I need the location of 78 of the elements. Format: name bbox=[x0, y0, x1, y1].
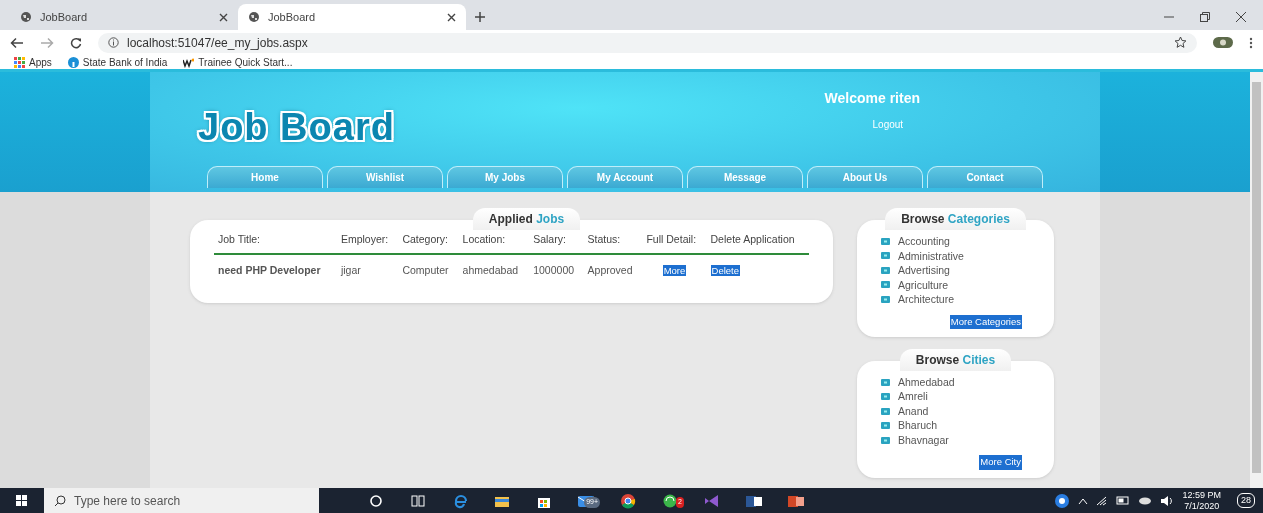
welcome-text: Welcome riten bbox=[824, 89, 920, 108]
table-cell: Approved bbox=[583, 253, 643, 287]
address-bar[interactable]: localhost:51047/ee_my_jobs.aspx bbox=[98, 32, 1197, 53]
search-icon bbox=[54, 494, 66, 507]
taskbar-search-field[interactable]: Type here to search bbox=[44, 488, 319, 513]
category-link[interactable]: Anand bbox=[898, 403, 929, 419]
task-view-icon[interactable] bbox=[409, 492, 427, 509]
battery-icon[interactable] bbox=[1116, 496, 1131, 505]
panel-title: Applied Jobs bbox=[472, 208, 581, 230]
bookmark-link[interactable]: Apps bbox=[14, 54, 52, 70]
star-icon[interactable] bbox=[1174, 36, 1187, 49]
bullet-icon bbox=[881, 393, 890, 400]
category-link[interactable]: Amreli bbox=[898, 389, 928, 404]
chrome-browser-icon[interactable] bbox=[619, 492, 637, 509]
w-logo-icon bbox=[183, 56, 195, 68]
bookmark-link[interactable]: State Bank of India bbox=[67, 54, 168, 70]
clock-time[interactable]: 12:59 PM bbox=[1182, 489, 1221, 501]
browser-tab[interactable]: JobBoard bbox=[238, 4, 466, 30]
menu-icon[interactable] bbox=[1249, 36, 1253, 49]
category-link[interactable]: Bhavnagar bbox=[898, 432, 949, 448]
more-link[interactable]: More Categories bbox=[949, 314, 1022, 329]
network-icon[interactable] bbox=[1096, 495, 1109, 506]
delete-link[interactable]: Delete bbox=[710, 264, 740, 276]
restore-icon[interactable] bbox=[1199, 11, 1211, 23]
column-header: Status: bbox=[583, 230, 643, 254]
bullet-icon bbox=[881, 295, 890, 303]
category-link[interactable]: Agriculture bbox=[898, 277, 949, 292]
table-cell: 1000000 bbox=[529, 253, 584, 287]
close-icon[interactable] bbox=[219, 12, 228, 22]
column-header: Job Title: bbox=[214, 230, 337, 254]
info-icon bbox=[108, 37, 119, 48]
column-header: Employer: bbox=[336, 230, 399, 254]
scrollbar[interactable] bbox=[1250, 72, 1263, 488]
category-link[interactable]: Architecture bbox=[898, 292, 955, 307]
more-link[interactable]: More bbox=[662, 264, 687, 276]
more-link[interactable]: More City bbox=[979, 455, 1022, 470]
panel-title: Browse Categories bbox=[885, 208, 1026, 230]
chevron-up-icon[interactable] bbox=[1078, 496, 1089, 505]
category-link[interactable]: Bharuch bbox=[898, 418, 938, 433]
bullet-icon bbox=[881, 436, 890, 444]
bullet-icon bbox=[881, 237, 890, 245]
bookmark-link[interactable]: Trainee Quick Start... bbox=[183, 54, 293, 70]
circle-icon[interactable] bbox=[367, 492, 385, 509]
table-cell: need PHP Developer bbox=[214, 253, 337, 287]
category-link[interactable]: Advertising bbox=[898, 263, 950, 278]
back-icon[interactable] bbox=[10, 36, 24, 49]
speaker-icon[interactable] bbox=[1160, 495, 1175, 506]
column-header: Full Detail: bbox=[642, 230, 707, 254]
column-header: Location: bbox=[458, 230, 530, 254]
close-icon[interactable] bbox=[1235, 11, 1247, 23]
category-link[interactable]: Administrative bbox=[898, 248, 964, 263]
clock-date[interactable]: 7/1/2020 bbox=[1182, 500, 1221, 512]
bullet-icon bbox=[881, 281, 890, 289]
visual-studio-icon[interactable] bbox=[703, 492, 721, 509]
column-header: Salary: bbox=[529, 230, 584, 254]
category-link[interactable]: Ahmedabad bbox=[898, 374, 955, 390]
column-header: Category: bbox=[398, 230, 459, 254]
panel-title: Browse Cities bbox=[899, 348, 1012, 371]
reload-icon[interactable] bbox=[70, 36, 82, 49]
apps-grid-icon bbox=[14, 56, 25, 68]
new-tab-icon[interactable] bbox=[474, 11, 486, 23]
table-cell: Computer bbox=[398, 253, 459, 287]
help-icon[interactable] bbox=[1054, 492, 1071, 509]
bullet-icon bbox=[881, 407, 890, 415]
chat-app-icon[interactable] bbox=[661, 492, 679, 509]
logo: Job Board bbox=[197, 105, 395, 146]
bullet-icon bbox=[881, 422, 890, 429]
table-cell: ahmedabad bbox=[458, 253, 530, 287]
column-header: Delete Application bbox=[706, 230, 809, 254]
close-icon[interactable] bbox=[447, 12, 456, 22]
bullet-icon bbox=[881, 266, 890, 274]
category-link[interactable]: Accounting bbox=[898, 234, 950, 249]
browser-tab[interactable]: JobBoard bbox=[10, 4, 238, 30]
table-cell: jigar bbox=[336, 253, 399, 287]
profile-avatar-icon[interactable] bbox=[1213, 37, 1233, 48]
bullet-icon bbox=[881, 378, 890, 386]
notification-center-button[interactable]: 28 bbox=[1237, 492, 1255, 509]
bullet-icon bbox=[881, 252, 890, 260]
